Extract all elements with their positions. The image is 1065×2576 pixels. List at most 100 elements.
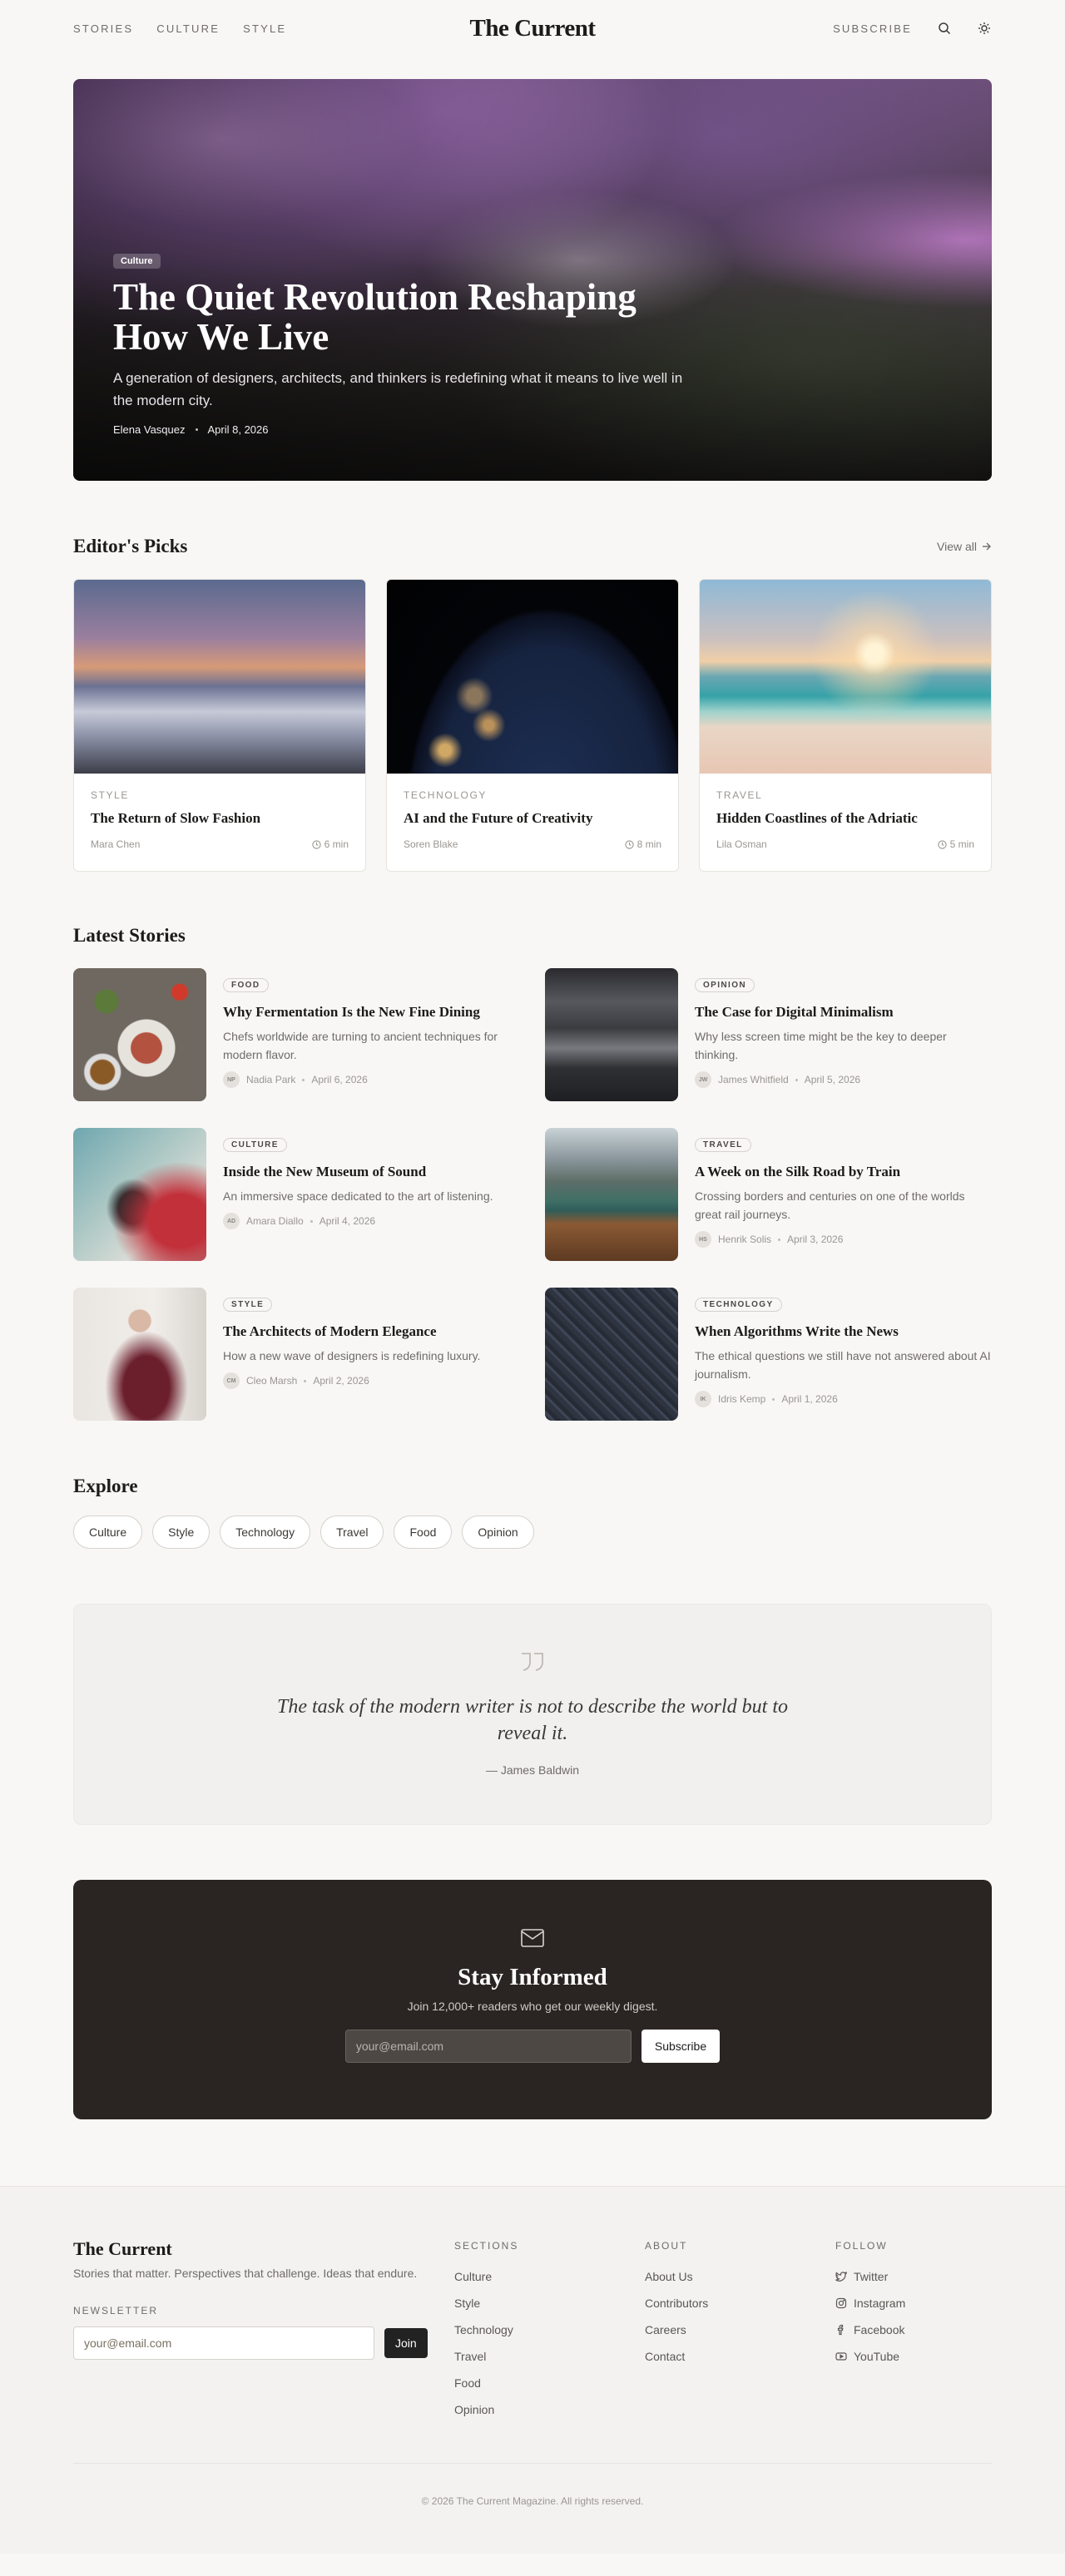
section-heading: Explore	[73, 1476, 138, 1496]
separator-dot	[310, 1219, 313, 1223]
story-tag[interactable]: CULTURE	[223, 1138, 287, 1152]
story-image-office	[545, 968, 678, 1101]
story-tag[interactable]: TECHNOLOGY	[695, 1298, 782, 1312]
hero-category-badge[interactable]: Culture	[113, 254, 161, 269]
story-title[interactable]: The Architects of Modern Elegance	[223, 1323, 480, 1340]
footer-link-travel[interactable]: Travel	[454, 2343, 645, 2370]
footer-brand[interactable]: The Current	[73, 2238, 454, 2260]
footer-link-about-us[interactable]: About Us	[645, 2263, 835, 2290]
story-author: Cleo Marsh	[246, 1375, 298, 1387]
footer-link-contributors[interactable]: Contributors	[645, 2290, 835, 2316]
avatar: HS	[695, 1231, 711, 1248]
story-title[interactable]: The Case for Digital Minimalism	[695, 1004, 992, 1021]
separator-dot	[302, 1078, 305, 1081]
footer-link-style[interactable]: Style	[454, 2290, 645, 2316]
main-nav: STORIES CULTURE STYLE	[73, 22, 286, 35]
story-tag[interactable]: STYLE	[223, 1298, 273, 1312]
pick-image-mountains	[74, 580, 365, 774]
story-item[interactable]: TECHNOLOGY When Algorithms Write the New…	[545, 1288, 992, 1421]
story-image-food	[73, 968, 206, 1101]
footer-link-technology[interactable]: Technology	[454, 2316, 645, 2343]
footer-tagline: Stories that matter. Perspectives that c…	[73, 2267, 418, 2280]
story-item[interactable]: TRAVEL A Week on the Silk Road by Train …	[545, 1128, 992, 1261]
avatar: IK	[695, 1391, 711, 1407]
youtube-label: YouTube	[854, 2350, 900, 2363]
chip-style[interactable]: Style	[152, 1515, 211, 1549]
footer-link-instagram[interactable]: Instagram	[835, 2290, 992, 2316]
pick-image-beach	[700, 580, 991, 774]
nav-stories[interactable]: STORIES	[73, 22, 133, 35]
header-actions: SUBSCRIBE	[833, 21, 992, 36]
twitter-label: Twitter	[854, 2270, 889, 2283]
footer-link-opinion[interactable]: Opinion	[454, 2396, 645, 2423]
newsletter-title: Stay Informed	[458, 1964, 607, 1990]
story-item[interactable]: CULTURE Inside the New Museum of Sound A…	[73, 1128, 525, 1261]
hero-meta: Elena Vasquez April 8, 2026	[113, 423, 696, 436]
instagram-label: Instagram	[854, 2297, 906, 2310]
pick-card[interactable]: TRAVEL Hidden Coastlines of the Adriatic…	[699, 579, 992, 872]
newsletter-email-input[interactable]	[344, 2030, 632, 2063]
hero-feature[interactable]: Culture The Quiet Revolution Reshaping H…	[73, 79, 992, 481]
story-author: Idris Kemp	[718, 1393, 766, 1405]
pick-title[interactable]: The Return of Slow Fashion	[91, 810, 349, 827]
pick-author: Soren Blake	[404, 838, 458, 850]
newsletter-subtitle: Join 12,000+ readers who get our weekly …	[407, 2000, 658, 2013]
footer-link-twitter[interactable]: Twitter	[835, 2263, 992, 2290]
pick-title[interactable]: AI and the Future of Creativity	[404, 810, 661, 827]
pick-card[interactable]: TECHNOLOGY AI and the Future of Creativi…	[386, 579, 679, 872]
footer-link-facebook[interactable]: Facebook	[835, 2316, 992, 2343]
subscribe-link[interactable]: SUBSCRIBE	[833, 22, 912, 35]
nav-culture[interactable]: CULTURE	[156, 22, 220, 35]
story-author: Amara Diallo	[246, 1215, 304, 1227]
pick-title[interactable]: Hidden Coastlines of the Adriatic	[716, 810, 974, 827]
pick-card[interactable]: STYLE The Return of Slow Fashion Mara Ch…	[73, 579, 366, 872]
story-item[interactable]: OPINION The Case for Digital Minimalism …	[545, 968, 992, 1101]
nav-style[interactable]: STYLE	[243, 22, 286, 35]
hero-author: Elena Vasquez	[113, 423, 186, 436]
story-tag[interactable]: TRAVEL	[695, 1138, 751, 1152]
footer-link-contact[interactable]: Contact	[645, 2343, 835, 2370]
read-time: 8 min	[625, 838, 661, 850]
story-excerpt: The ethical questions we still have not …	[695, 1349, 991, 1381]
chip-opinion[interactable]: Opinion	[462, 1515, 534, 1549]
chip-food[interactable]: Food	[394, 1515, 453, 1549]
story-title[interactable]: Why Fermentation Is the New Fine Dining	[223, 1004, 525, 1021]
view-all-link[interactable]: View all	[937, 540, 992, 553]
hero-title[interactable]: The Quiet Revolution Reshaping How We Li…	[113, 277, 696, 357]
copyright: © 2026 The Current Magazine. All rights …	[73, 2463, 992, 2507]
story-tag[interactable]: FOOD	[223, 978, 269, 992]
story-item[interactable]: STYLE The Architects of Modern Elegance …	[73, 1288, 525, 1421]
newsletter-subscribe-button[interactable]: Subscribe	[641, 2030, 721, 2063]
facebook-label: Facebook	[854, 2323, 905, 2336]
story-author: James Whitfield	[718, 1074, 789, 1085]
footer-link-careers[interactable]: Careers	[645, 2316, 835, 2343]
footer-follow-label: FOLLOW	[835, 2240, 888, 2252]
avatar: JW	[695, 1071, 711, 1088]
chip-travel[interactable]: Travel	[320, 1515, 384, 1549]
story-date: April 5, 2026	[804, 1074, 861, 1085]
story-title[interactable]: A Week on the Silk Road by Train	[695, 1164, 992, 1180]
site-header: STORIES CULTURE STYLE The Current SUBSCR…	[73, 0, 992, 57]
hero-date: April 8, 2026	[207, 423, 269, 436]
story-item[interactable]: FOOD Why Fermentation Is the New Fine Di…	[73, 968, 525, 1101]
story-title[interactable]: When Algorithms Write the News	[695, 1323, 992, 1340]
explore-section: Explore Culture Style Technology Travel …	[73, 1476, 992, 1549]
site-logo[interactable]: The Current	[469, 15, 596, 42]
story-image-lake-boat	[545, 1128, 678, 1261]
separator-dot	[795, 1078, 798, 1081]
story-tag[interactable]: OPINION	[695, 978, 755, 992]
read-time: 5 min	[938, 838, 974, 850]
chip-culture[interactable]: Culture	[73, 1515, 143, 1549]
footer-link-food[interactable]: Food	[454, 2370, 645, 2396]
footer-join-button[interactable]: Join	[384, 2328, 428, 2358]
story-author: Nadia Park	[246, 1074, 296, 1085]
sun-icon[interactable]	[977, 21, 992, 36]
search-icon[interactable]	[937, 21, 952, 36]
footer-link-youtube[interactable]: YouTube	[835, 2343, 992, 2370]
story-title[interactable]: Inside the New Museum of Sound	[223, 1164, 493, 1180]
footer-link-culture[interactable]: Culture	[454, 2263, 645, 2290]
chip-technology[interactable]: Technology	[220, 1515, 311, 1549]
read-time-value: 6 min	[324, 838, 349, 850]
story-date: April 3, 2026	[787, 1234, 844, 1245]
footer-email-input[interactable]	[73, 2326, 374, 2360]
